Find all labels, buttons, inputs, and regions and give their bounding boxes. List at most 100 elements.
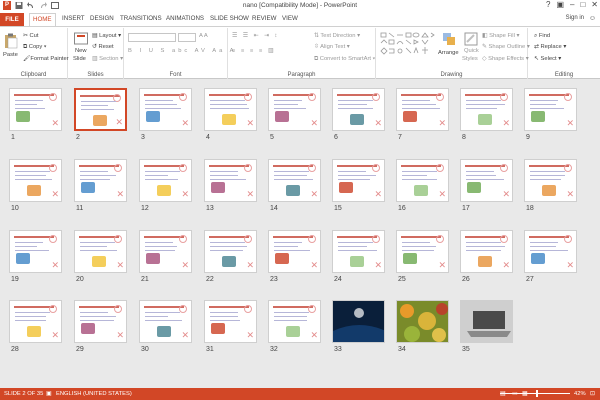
slide-thumbnail[interactable]: ✕ <box>74 230 127 273</box>
tab-insert[interactable]: INSERT <box>62 15 85 22</box>
slide-thumbnail[interactable]: ✕ <box>268 300 321 343</box>
slide-text-line <box>338 250 377 251</box>
font-style-buttons[interactable]: B I U S abc AV Aa A <box>128 48 236 54</box>
slide-thumbnail[interactable]: ✕ <box>204 88 257 131</box>
tab-transitions[interactable]: TRANSITIONS <box>120 15 162 22</box>
new-slide-button[interactable]: New <box>75 48 87 54</box>
slide-title-line <box>337 165 377 167</box>
slide-thumbnail[interactable]: ✕ <box>332 88 385 131</box>
quick-styles-button[interactable]: Quick <box>464 48 479 54</box>
format-painter-button[interactable]: 🖌Format Painter <box>23 56 69 62</box>
ribbon-display-icon[interactable]: ▣ <box>556 0 564 9</box>
slide-thumbnail[interactable]: ✕ <box>74 159 127 202</box>
slide-thumbnail[interactable]: ✕ <box>74 88 127 131</box>
tab-view[interactable]: VIEW <box>282 15 298 22</box>
font-size-field[interactable] <box>178 33 196 42</box>
tab-review[interactable]: REVIEW <box>252 15 276 22</box>
replace-button[interactable]: ⇄ Replace ▾ <box>534 44 566 50</box>
tab-file[interactable]: FILE <box>0 13 24 26</box>
shape-fill-button[interactable]: ◧ Shape Fill ▾ <box>482 33 519 39</box>
zoom-slider-knob[interactable] <box>536 390 538 397</box>
normal-view-icon[interactable]: ▭ <box>512 391 517 397</box>
slide-thumbnail[interactable]: ✕ <box>332 159 385 202</box>
minimize-button[interactable]: – <box>570 0 574 9</box>
slide-thumbnail[interactable]: ✕ <box>9 159 62 202</box>
slide-title-line <box>79 236 119 238</box>
shapes-gallery[interactable] <box>380 31 436 63</box>
slide-thumbnail[interactable]: ✕ <box>139 159 192 202</box>
slide-thumbnail[interactable]: ✕ <box>74 300 127 343</box>
slide-thumbnail[interactable]: ✕ <box>268 159 321 202</box>
convert-smartart-button[interactable]: ⧉ Convert to SmartArt ▾ <box>314 56 375 63</box>
zoom-level[interactable]: 42% <box>574 391 586 397</box>
help-icon[interactable]: ? <box>546 0 550 9</box>
paste-button[interactable]: Paste <box>3 52 18 58</box>
find-button[interactable]: ⌕ Find <box>534 33 550 40</box>
quick-styles-icon[interactable] <box>464 32 478 48</box>
slide-thumbnail[interactable]: ✕ <box>204 159 257 202</box>
slide-thumbnail[interactable]: ✕ <box>9 300 62 343</box>
slide-thumbnail[interactable]: ✕ <box>139 88 192 131</box>
new-slide-icon[interactable] <box>74 32 88 48</box>
slide-thumbnail[interactable]: ✕ <box>396 88 449 131</box>
slide-thumbnail[interactable]: ✕ <box>524 88 577 131</box>
cut-button[interactable]: ✂ Cut <box>23 33 39 39</box>
sign-in-link[interactable]: Sign in <box>566 15 584 21</box>
slide-thumbnail[interactable]: ✕ <box>9 88 62 131</box>
slide-thumbnail[interactable]: ✕ <box>396 159 449 202</box>
maximize-button[interactable]: □ <box>580 0 585 9</box>
font-name-field[interactable] <box>128 33 176 42</box>
notes-icon[interactable]: ▤ <box>500 391 505 397</box>
slide-thumbnail[interactable]: ✕ <box>524 159 577 202</box>
close-button[interactable]: ✕ <box>591 0 598 9</box>
slide-thumbnail[interactable]: ✕ <box>332 230 385 273</box>
slide-title-line <box>144 306 184 308</box>
text-direction-button[interactable]: ⇅ Text Direction ▾ <box>314 33 360 39</box>
slide-thumbnail[interactable]: ✕ <box>268 88 321 131</box>
slide-thumbnail[interactable]: ✕ <box>460 88 513 131</box>
alignment-buttons[interactable]: ≡ ≡ ≡ ≡ ▥ <box>232 48 275 54</box>
slide-thumbnail[interactable] <box>332 300 385 343</box>
spellcheck-icon[interactable]: ▣ <box>46 391 51 397</box>
slide-thumbnail[interactable]: ✕ <box>524 230 577 273</box>
slide-thumbnail[interactable]: ✕ <box>139 230 192 273</box>
account-icon[interactable]: ☺ <box>589 15 596 22</box>
arrange-icon[interactable] <box>442 32 456 48</box>
tab-slide-show[interactable]: SLIDE SHOW <box>210 15 249 22</box>
slide-thumbnail[interactable]: ✕ <box>9 230 62 273</box>
select-button[interactable]: ↖ Select ▾ <box>534 56 561 62</box>
align-text-button[interactable]: ⇳ Align Text ▾ <box>314 44 350 50</box>
reset-button[interactable]: ↺ Reset <box>92 44 114 50</box>
slide-number: 5 <box>270 134 274 141</box>
arrange-button[interactable]: Arrange <box>438 50 459 56</box>
paste-icon[interactable] <box>4 33 18 51</box>
tab-animations[interactable]: ANIMATIONS <box>166 15 204 22</box>
shape-outline-button[interactable]: ✎ Shape Outline ▾ <box>482 44 530 50</box>
slide-cross-mark: ✕ <box>310 189 318 199</box>
slide-thumbnail[interactable] <box>396 300 449 343</box>
slide-text-line <box>338 179 370 180</box>
fit-to-window-icon[interactable]: ⊡ <box>590 391 595 397</box>
copy-button[interactable]: ⧉ Copy ▾ <box>23 44 46 51</box>
tab-design[interactable]: DESIGN <box>90 15 114 22</box>
slide-thumbnail[interactable]: ✕ <box>268 230 321 273</box>
slide-sorter-icon[interactable]: ▦ <box>522 391 527 397</box>
language-indicator[interactable]: ENGLISH (UNITED STATES) <box>56 391 132 397</box>
slide-thumbnail[interactable]: ✕ <box>460 159 513 202</box>
slide-text-line <box>80 320 114 321</box>
slide-thumbnail[interactable]: ✕ <box>204 300 257 343</box>
slide-thumbnail[interactable]: ✕ <box>204 230 257 273</box>
list-buttons[interactable]: ☰ ☰ ⇤ ⇥ ↕ <box>232 33 279 39</box>
slide-decoration-circle <box>244 305 252 313</box>
tab-home[interactable]: HOME <box>29 13 56 26</box>
text-direction-label: Text Direction <box>320 33 356 39</box>
shape-effects-button[interactable]: ◇ Shape Effects ▾ <box>482 56 529 62</box>
slide-thumbnail[interactable]: ✕ <box>139 300 192 343</box>
font-grow-shrink-icon[interactable]: A A <box>199 33 208 39</box>
section-button[interactable]: ▥ Section ▾ <box>92 56 123 62</box>
zoom-slider[interactable] <box>500 390 570 397</box>
slide-thumbnail[interactable]: ✕ <box>460 230 513 273</box>
layout-button[interactable]: ▤ Layout ▾ <box>92 33 121 39</box>
slide-thumbnail[interactable] <box>460 300 513 343</box>
slide-thumbnail[interactable]: ✕ <box>396 230 449 273</box>
